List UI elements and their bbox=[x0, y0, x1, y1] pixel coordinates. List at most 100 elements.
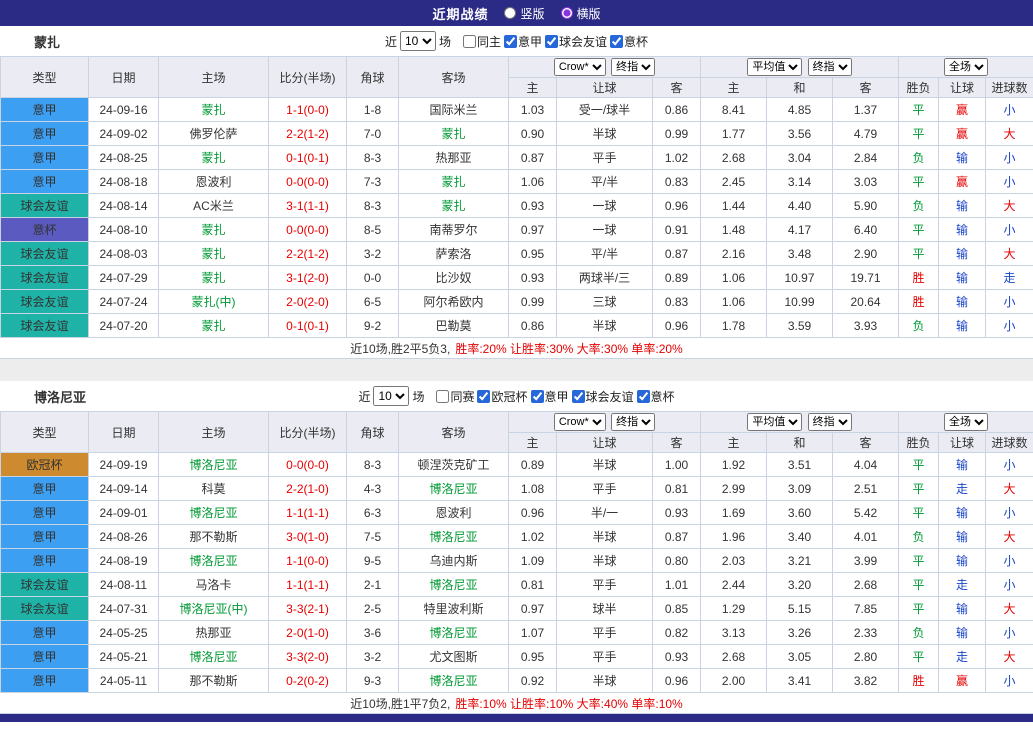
away-team[interactable]: 特里波利斯 bbox=[398, 596, 509, 621]
match-score[interactable]: 3-0(1-0) bbox=[268, 524, 347, 549]
home-team[interactable]: 蒙扎 bbox=[158, 97, 269, 122]
home-team[interactable]: 那不勒斯 bbox=[158, 668, 269, 693]
bookmaker-select[interactable]: Crow* bbox=[553, 58, 606, 76]
same-home-filter[interactable]: 同主 bbox=[462, 33, 501, 50]
fulltime-select[interactable]: 全场 bbox=[944, 413, 989, 431]
match-count-select[interactable]: 10 bbox=[373, 386, 410, 406]
outcome-result: 平 bbox=[898, 548, 939, 573]
home-team[interactable]: 蒙扎(中) bbox=[158, 289, 269, 314]
away-team[interactable]: 博洛尼亚 bbox=[398, 668, 509, 693]
avg-stage-select[interactable]: 终指 bbox=[807, 58, 852, 76]
away-team[interactable]: 蒙扎 bbox=[398, 193, 509, 218]
home-team[interactable]: 蒙扎 bbox=[158, 313, 269, 338]
champions-league-checkbox[interactable] bbox=[477, 389, 491, 403]
avg-away-odds: 4.79 bbox=[832, 121, 899, 146]
home-team[interactable]: 蒙扎 bbox=[158, 265, 269, 290]
match-score[interactable]: 2-2(1-2) bbox=[268, 241, 347, 266]
home-team[interactable]: 那不勒斯 bbox=[158, 524, 269, 549]
match-score[interactable]: 3-1(2-0) bbox=[268, 265, 347, 290]
odds-home: 0.96 bbox=[508, 500, 557, 525]
avg-select[interactable]: 平均值 bbox=[747, 58, 803, 76]
match-score[interactable]: 0-1(0-1) bbox=[268, 313, 347, 338]
match-date: 24-09-02 bbox=[88, 121, 159, 146]
match-score[interactable]: 0-0(0-0) bbox=[268, 169, 347, 194]
home-team[interactable]: 博洛尼亚 bbox=[158, 452, 269, 477]
match-score[interactable]: 2-0(2-0) bbox=[268, 289, 347, 314]
view-vertical-input[interactable] bbox=[504, 7, 517, 19]
match-score[interactable]: 2-2(1-2) bbox=[268, 121, 347, 146]
away-team[interactable]: 巴勒莫 bbox=[398, 313, 509, 338]
home-team[interactable]: 科莫 bbox=[158, 476, 269, 501]
match-date: 24-08-03 bbox=[88, 241, 159, 266]
handicap-line: 三球 bbox=[556, 289, 653, 314]
away-team[interactable]: 博洛尼亚 bbox=[398, 620, 509, 645]
club-friendly-checkbox[interactable] bbox=[545, 34, 559, 48]
match-score[interactable]: 1-1(1-1) bbox=[268, 500, 347, 525]
away-team[interactable]: 萨索洛 bbox=[398, 241, 509, 266]
club-friendly-checkbox[interactable] bbox=[571, 389, 585, 403]
match-score[interactable]: 3-3(2-0) bbox=[268, 644, 347, 669]
home-team[interactable]: 博洛尼亚 bbox=[158, 644, 269, 669]
avg-stage-select[interactable]: 终指 bbox=[807, 413, 852, 431]
avg-select[interactable]: 平均值 bbox=[747, 413, 803, 431]
away-team[interactable]: 蒙扎 bbox=[398, 121, 509, 146]
italy-cup-filter[interactable]: 意杯 bbox=[636, 388, 675, 405]
serie-a-filter[interactable]: 意甲 bbox=[530, 388, 569, 405]
home-team[interactable]: 热那亚 bbox=[158, 620, 269, 645]
italy-cup-checkbox[interactable] bbox=[636, 389, 650, 403]
fulltime-select[interactable]: 全场 bbox=[944, 58, 989, 76]
away-team[interactable]: 国际米兰 bbox=[398, 97, 509, 122]
match-score[interactable]: 1-1(0-0) bbox=[268, 548, 347, 573]
away-team[interactable]: 南蒂罗尔 bbox=[398, 217, 509, 242]
home-team[interactable]: 博洛尼亚 bbox=[158, 548, 269, 573]
odds-stage-select[interactable]: 终指 bbox=[611, 58, 656, 76]
home-team[interactable]: 蒙扎 bbox=[158, 241, 269, 266]
away-team[interactable]: 博洛尼亚 bbox=[398, 476, 509, 501]
match-score[interactable]: 0-2(0-2) bbox=[268, 668, 347, 693]
home-team[interactable]: 马洛卡 bbox=[158, 572, 269, 597]
away-team[interactable]: 尤文图斯 bbox=[398, 644, 509, 669]
bookmaker-select[interactable]: Crow* bbox=[553, 413, 606, 431]
match-score[interactable]: 3-3(2-1) bbox=[268, 596, 347, 621]
view-horizontal-input[interactable] bbox=[560, 7, 573, 19]
italy-cup-filter[interactable]: 意杯 bbox=[610, 33, 648, 50]
match-score[interactable]: 3-1(1-1) bbox=[268, 193, 347, 218]
match-count-select[interactable]: 10 bbox=[399, 31, 436, 51]
away-team[interactable]: 蒙扎 bbox=[398, 169, 509, 194]
away-team[interactable]: 阿尔希欧内 bbox=[398, 289, 509, 314]
home-team[interactable]: 博洛尼亚(中) bbox=[158, 596, 269, 621]
odds-stage-select[interactable]: 终指 bbox=[611, 413, 656, 431]
match-score[interactable]: 2-0(1-0) bbox=[268, 620, 347, 645]
home-team[interactable]: 恩波利 bbox=[158, 169, 269, 194]
away-team[interactable]: 比沙奴 bbox=[398, 265, 509, 290]
match-score[interactable]: 1-1(0-0) bbox=[268, 97, 347, 122]
away-team[interactable]: 博洛尼亚 bbox=[398, 572, 509, 597]
same-competition-checkbox[interactable] bbox=[436, 389, 450, 403]
match-score[interactable]: 0-1(0-1) bbox=[268, 145, 347, 170]
match-score[interactable]: 2-2(1-0) bbox=[268, 476, 347, 501]
match-score[interactable]: 1-1(1-1) bbox=[268, 572, 347, 597]
away-team[interactable]: 恩波利 bbox=[398, 500, 509, 525]
serie-a-checkbox[interactable] bbox=[504, 34, 517, 48]
away-team[interactable]: 热那亚 bbox=[398, 145, 509, 170]
away-team[interactable]: 博洛尼亚 bbox=[398, 524, 509, 549]
view-horizontal-option[interactable]: 横版 bbox=[560, 5, 601, 22]
club-friendly-filter[interactable]: 球会友谊 bbox=[545, 33, 607, 50]
champions-league-filter[interactable]: 欧冠杯 bbox=[477, 388, 528, 405]
away-team[interactable]: 顿涅茨克矿工 bbox=[398, 452, 509, 477]
same-home-checkbox[interactable] bbox=[462, 34, 476, 48]
italy-cup-checkbox[interactable] bbox=[610, 34, 624, 48]
home-team[interactable]: 蒙扎 bbox=[158, 145, 269, 170]
home-team[interactable]: AC米兰 bbox=[158, 193, 269, 218]
match-score[interactable]: 0-0(0-0) bbox=[268, 452, 347, 477]
serie-a-checkbox[interactable] bbox=[530, 389, 544, 403]
same-competition-filter[interactable]: 同赛 bbox=[436, 388, 474, 405]
home-team[interactable]: 佛罗伦萨 bbox=[158, 121, 269, 146]
match-score[interactable]: 0-0(0-0) bbox=[268, 217, 347, 242]
home-team[interactable]: 蒙扎 bbox=[158, 217, 269, 242]
view-vertical-option[interactable]: 竖版 bbox=[504, 5, 545, 22]
home-team[interactable]: 博洛尼亚 bbox=[158, 500, 269, 525]
serie-a-filter[interactable]: 意甲 bbox=[504, 33, 542, 50]
away-team[interactable]: 乌迪内斯 bbox=[398, 548, 509, 573]
club-friendly-filter[interactable]: 球会友谊 bbox=[571, 388, 634, 405]
